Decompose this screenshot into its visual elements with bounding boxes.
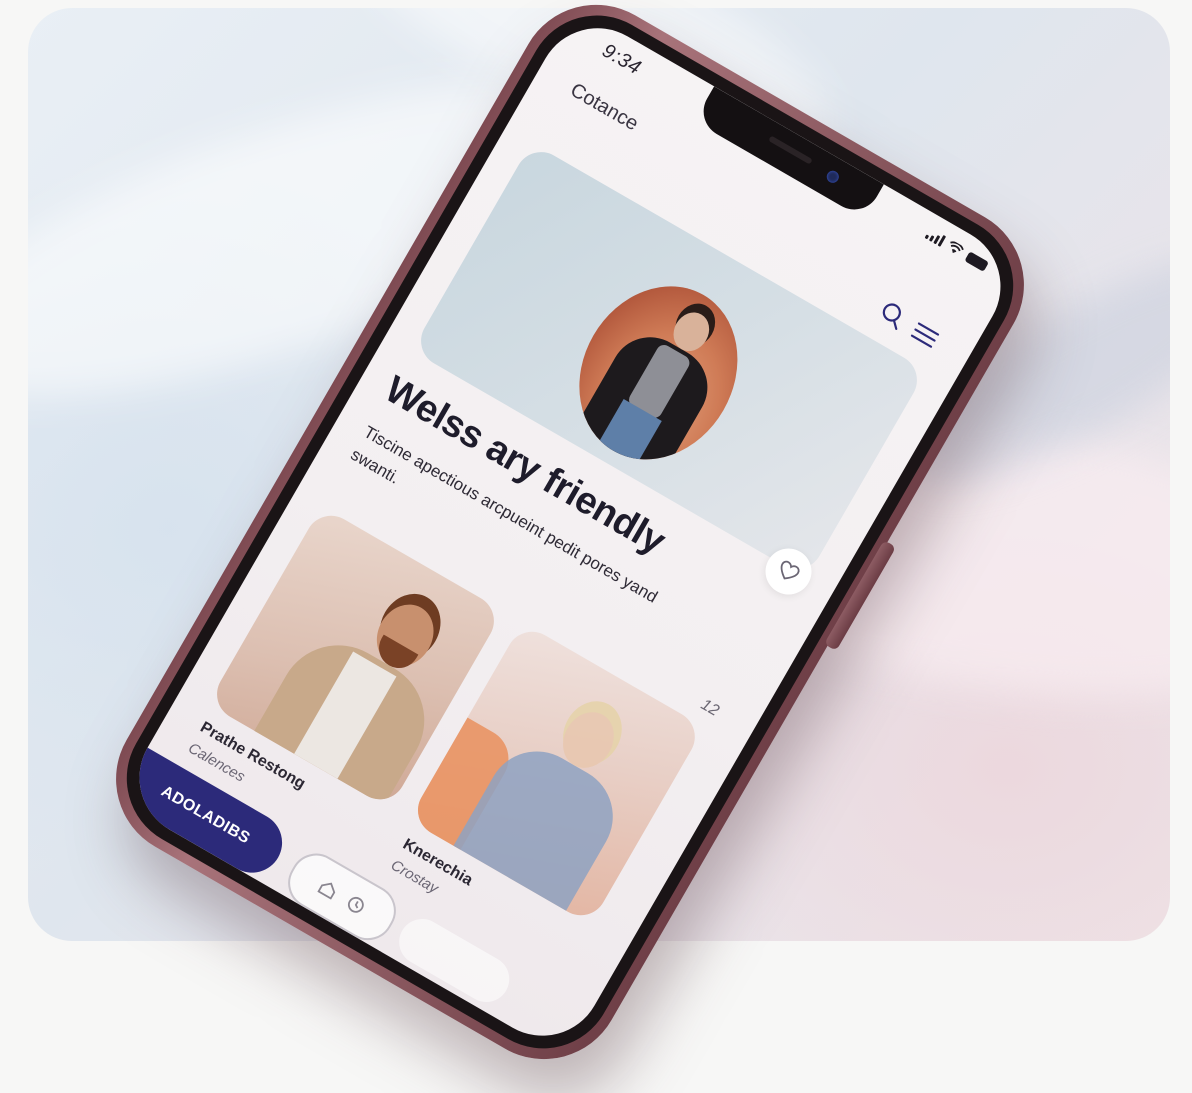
front-camera (824, 168, 841, 185)
heart-icon (780, 560, 800, 580)
hamburger-menu-icon[interactable] (909, 320, 942, 350)
clock-icon (347, 896, 364, 913)
hero-photo (548, 257, 769, 489)
app-title: Cotance (566, 79, 642, 136)
battery-icon (964, 251, 989, 272)
signal-icon (924, 227, 947, 247)
status-time: 9:34 (598, 39, 645, 80)
side-number: 12 (697, 696, 722, 720)
wifi-icon (950, 241, 964, 253)
home-icon (317, 882, 336, 900)
speaker-grille (768, 135, 813, 165)
search-icon[interactable] (875, 297, 911, 333)
